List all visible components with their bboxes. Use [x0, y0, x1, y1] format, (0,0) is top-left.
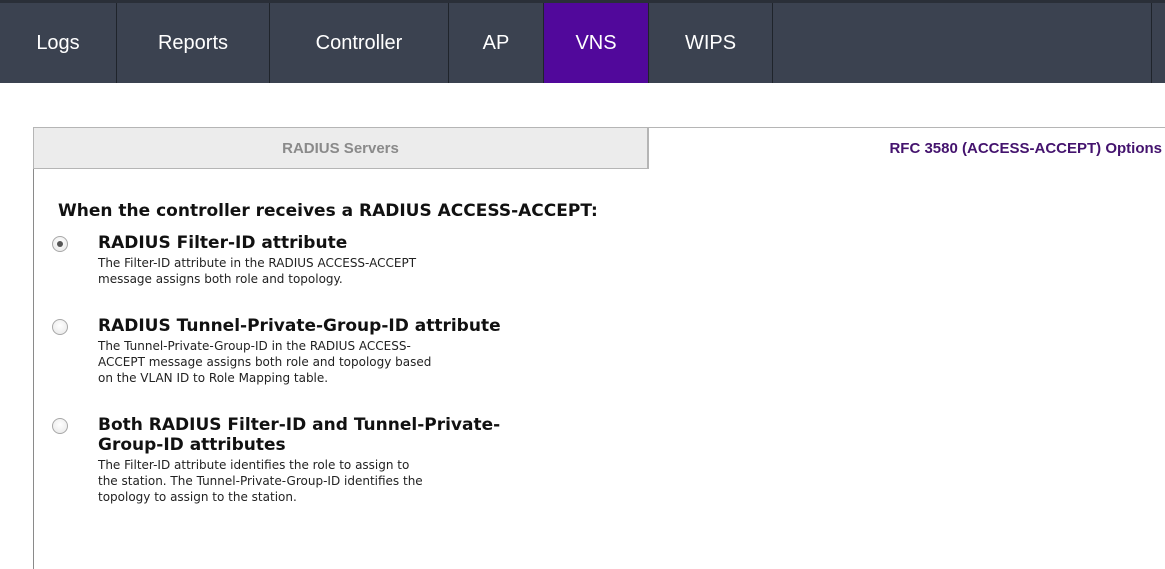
option-description: The Filter-ID attribute identifies the r… [98, 457, 628, 505]
option-title: Both RADIUS Filter-ID and Tunnel-Private… [98, 415, 658, 455]
tab-rfc-3580-options[interactable]: RFC 3580 (ACCESS-ACCEPT) Options [648, 127, 1165, 169]
option-description: The Tunnel-Private-Group-ID in the RADIU… [98, 338, 628, 386]
option-description-line: The Filter-ID attribute in the RADIUS AC… [98, 256, 417, 270]
option-description: The Filter-ID attribute in the RADIUS AC… [98, 255, 628, 287]
option-description-line: ACCEPT message assigns both role and top… [98, 355, 432, 369]
nav-tab-reports[interactable]: Reports [117, 3, 270, 83]
option-description-line: the station. The Tunnel-Private-Group-ID… [98, 474, 423, 488]
tab-radius-servers[interactable]: RADIUS Servers [33, 127, 648, 169]
radio-tunnel-private-group-id[interactable] [52, 319, 68, 335]
option-description-line: message assigns both role and topology. [98, 272, 343, 286]
option-title: RADIUS Filter-ID attribute [98, 233, 348, 253]
nav-tab-controller[interactable]: Controller [270, 3, 449, 83]
nav-tab-wips[interactable]: WIPS [649, 3, 773, 83]
option-title-line: Both RADIUS Filter-ID and Tunnel-Private… [98, 415, 501, 435]
nav-tab-ap[interactable]: AP [449, 3, 544, 83]
option-description-line: The Filter-ID attribute identifies the r… [98, 458, 410, 472]
nav-tab-vns[interactable]: VNS [544, 3, 649, 83]
option-title-line: Group-ID attributes [98, 435, 286, 455]
radio-both-attributes[interactable] [52, 418, 68, 434]
panel-left-border [33, 169, 34, 569]
option-title: RADIUS Tunnel-Private-Group-ID attribute [98, 316, 501, 336]
option-description-line: The Tunnel-Private-Group-ID in the RADIU… [98, 339, 411, 353]
top-nav: Logs Reports Controller AP VNS WIPS [0, 0, 1165, 83]
sub-tabs: RADIUS Servers RFC 3580 (ACCESS-ACCEPT) … [33, 127, 1165, 169]
option-description-line: on the VLAN ID to Role Mapping table. [98, 371, 329, 385]
nav-empty-space [773, 3, 1152, 83]
radio-filter-id[interactable] [52, 236, 68, 252]
option-description-line: topology to assign to the station. [98, 490, 297, 504]
nav-tab-logs[interactable]: Logs [0, 3, 117, 83]
section-heading: When the controller receives a RADIUS AC… [58, 201, 598, 221]
